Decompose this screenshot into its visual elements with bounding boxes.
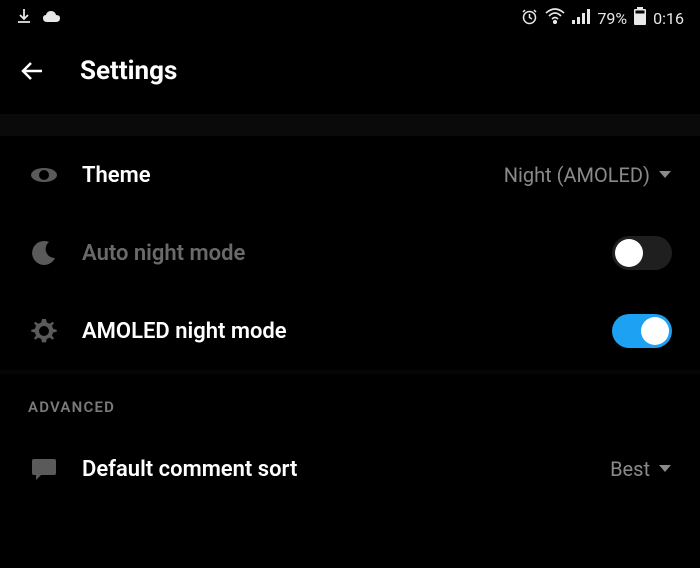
gear-icon [28, 315, 60, 347]
comment-icon [28, 453, 60, 485]
status-time: 0:16 [653, 9, 684, 28]
download-icon [16, 8, 32, 28]
divider [0, 114, 700, 136]
setting-value: Best [610, 457, 650, 481]
moon-icon [28, 237, 60, 269]
page-title: Settings [80, 56, 177, 86]
back-button[interactable] [20, 58, 46, 84]
chevron-down-icon [658, 464, 672, 474]
setting-label: AMOLED night mode [82, 319, 612, 344]
settings-row-theme[interactable]: Theme Night (AMOLED) [0, 136, 700, 214]
signal-icon [572, 8, 590, 28]
settings-row-auto-night-mode[interactable]: Auto night mode [0, 214, 700, 292]
setting-label: Default comment sort [82, 457, 610, 482]
wifi-icon [545, 8, 565, 28]
setting-value: Night (AMOLED) [504, 163, 650, 187]
status-bar: 79% 0:16 [0, 0, 700, 36]
battery-percent: 79% [597, 9, 627, 28]
alarm-icon [521, 8, 538, 29]
settings-header: Settings [0, 36, 700, 114]
setting-label: Auto night mode [82, 241, 612, 266]
theme-icon [28, 159, 60, 191]
section-header-advanced: ADVANCED [0, 374, 700, 430]
setting-label: Theme [82, 163, 504, 188]
settings-row-default-comment-sort[interactable]: Default comment sort Best [0, 430, 700, 508]
settings-row-amoled-night-mode[interactable]: AMOLED night mode [0, 292, 700, 370]
toggle-auto-night-mode[interactable] [612, 236, 672, 270]
toggle-amoled-night-mode[interactable] [612, 314, 672, 348]
battery-icon [634, 7, 646, 29]
chevron-down-icon [658, 170, 672, 180]
cloud-icon [42, 9, 62, 28]
